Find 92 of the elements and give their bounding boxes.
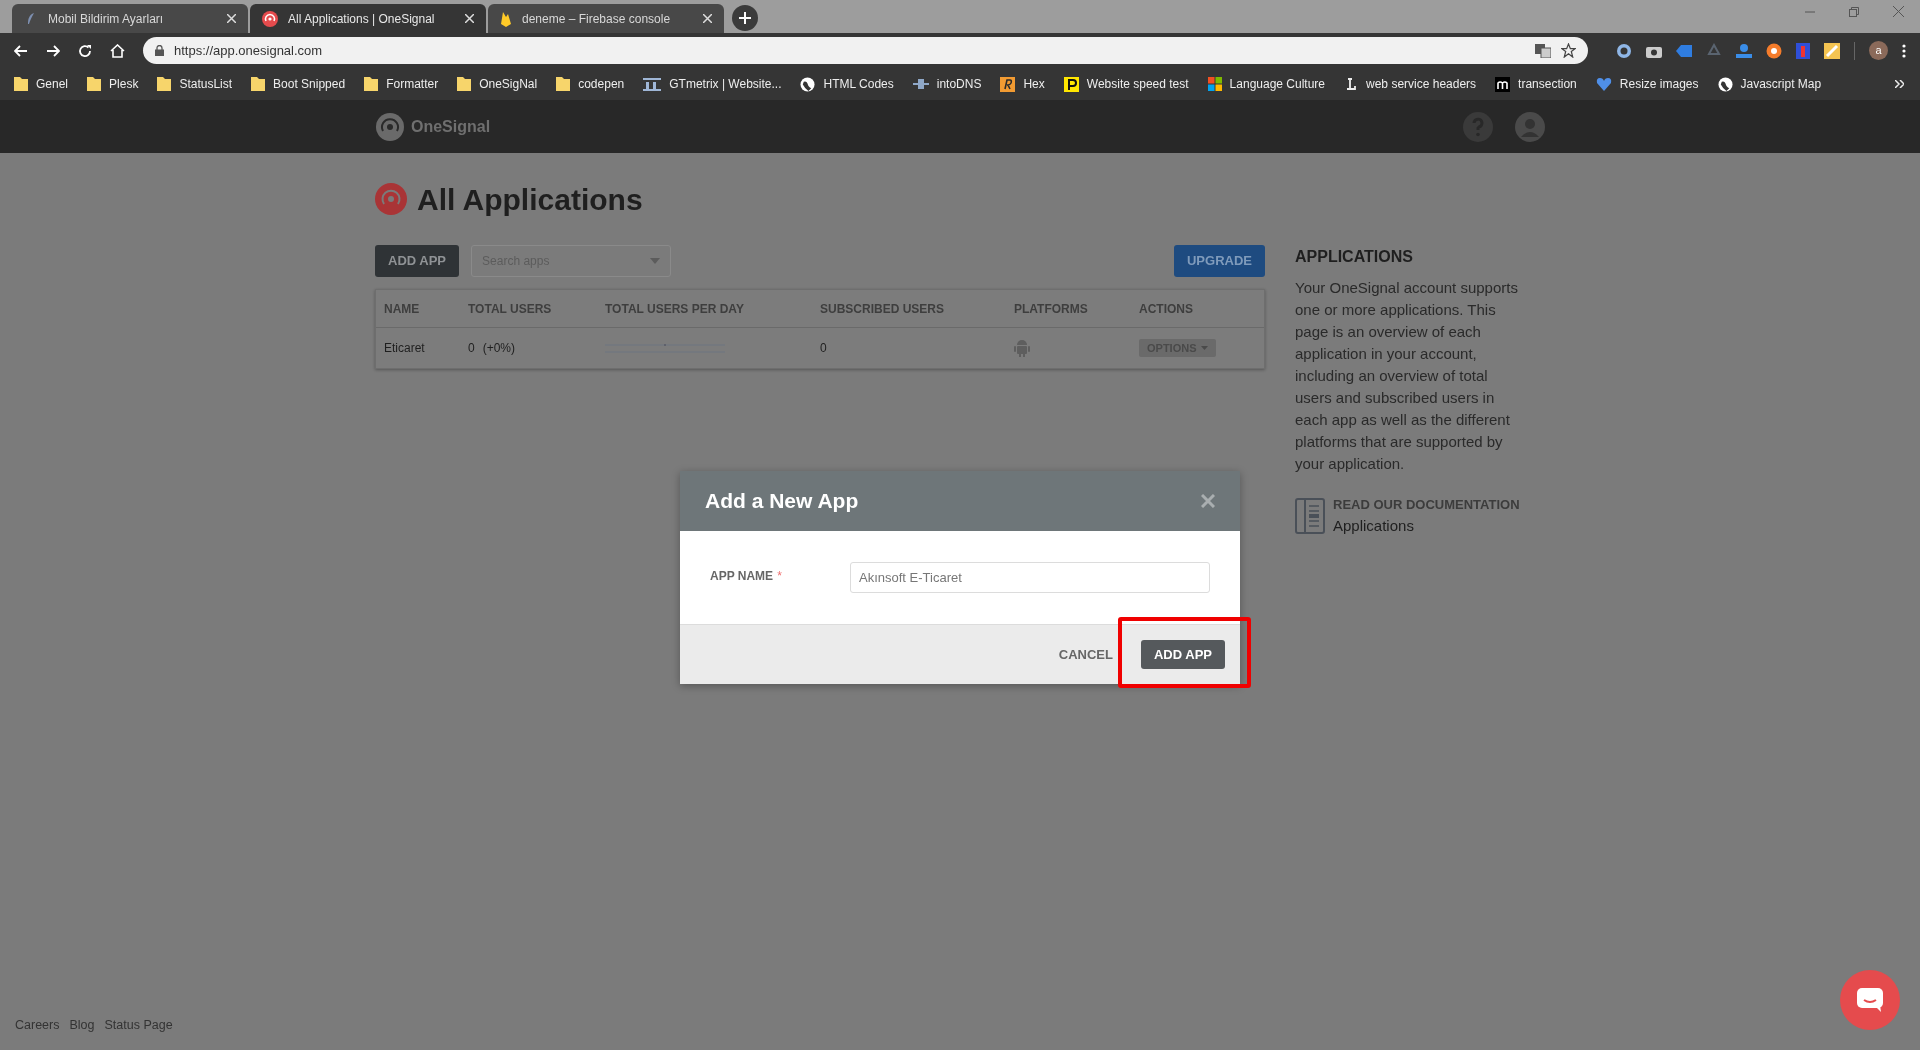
documentation-label: READ OUR DOCUMENTATION	[1333, 496, 1520, 514]
document-icon	[1295, 498, 1325, 534]
sidebar-text: Your OneSignal account supports one or more applications. This page is an overview of each application in your account, including an overview of total users and subscribed users in each app as well as the different platforms that are supported by your application.	[1295, 278, 1519, 474]
bookmark-link[interactable]: OneSigNal	[457, 75, 538, 93]
sidebar-heading: APPLICATIONS	[1295, 247, 1414, 267]
italic-r-icon	[1000, 76, 1016, 92]
new-tab-button[interactable]	[732, 5, 758, 31]
browser-tab[interactable]: All Applications | OneSignal	[250, 4, 486, 33]
folder-icon	[87, 76, 102, 92]
browser-tab[interactable]: deneme – Firebase console	[488, 4, 724, 33]
table-cell-text: 0	[468, 340, 475, 357]
reload-icon[interactable]	[78, 43, 92, 58]
menu-icon[interactable]	[1902, 43, 1906, 58]
home-icon[interactable]	[110, 43, 125, 58]
add-app-button[interactable]: ADD APP	[1140, 640, 1225, 669]
note-icon[interactable]	[1824, 42, 1840, 59]
modal-title: Add a New App	[705, 488, 859, 515]
star-icon[interactable]	[1561, 43, 1576, 58]
p-square-icon	[1063, 76, 1079, 92]
bookmark-link[interactable]: Boot Snipped	[251, 75, 346, 93]
plug-icon	[912, 78, 929, 90]
caret-icon	[1200, 346, 1208, 350]
page-title: All Applications	[417, 181, 643, 218]
bookmark-link[interactable]: Plesk	[87, 75, 139, 93]
signal-icon	[262, 10, 278, 27]
chat-icon	[1856, 987, 1884, 1013]
signal-logo-icon	[375, 111, 405, 142]
android-icon	[1014, 339, 1030, 357]
forward-arrow-icon[interactable]	[46, 43, 60, 58]
heart-icon	[1595, 77, 1612, 91]
bookmark-link[interactable]: Website speed test	[1063, 75, 1189, 93]
lifebuoy-icon[interactable]	[1766, 42, 1782, 59]
bookmark-link[interactable]: Genel	[14, 75, 69, 93]
folder-icon	[364, 76, 379, 92]
app-name-field[interactable]: Akınsoft E-Ticaret	[850, 562, 1210, 593]
table-cell-text: Eticaret	[384, 340, 426, 357]
plus-icon	[739, 12, 751, 24]
windows-squares-icon	[1207, 77, 1222, 91]
tab-title: All Applications | OneSignal	[288, 10, 436, 28]
chart-bars-icon	[643, 77, 662, 91]
bookmark-link[interactable]: Formatter	[364, 75, 439, 93]
tag-extension-icon[interactable]	[1676, 43, 1692, 58]
column-header: NAME	[384, 300, 421, 318]
lock-icon	[155, 45, 164, 56]
bookmark-link[interactable]: transection	[1495, 75, 1577, 93]
chat-button[interactable]	[1840, 970, 1900, 1030]
globe-icon	[1717, 76, 1733, 92]
tab-title: Mobil Bildirim Ayarları	[48, 10, 165, 28]
bookmark-link[interactable]: Language Culture	[1207, 75, 1326, 93]
bookmark-link[interactable]: web service headers	[1344, 75, 1477, 93]
translate-icon[interactable]	[1535, 43, 1551, 58]
folder-icon	[251, 76, 266, 92]
change-text: (+0%)	[482, 340, 516, 357]
column-header: TOTAL USERS PER DAY	[605, 300, 745, 318]
m-square-icon	[1495, 76, 1511, 92]
folder-icon	[157, 76, 172, 92]
folder-icon	[556, 76, 571, 92]
cancel-button[interactable]: CANCEL	[1058, 644, 1113, 665]
column-header: ACTIONS	[1139, 300, 1194, 318]
caret-icon	[650, 258, 661, 264]
tab-title: deneme – Firebase console	[522, 10, 672, 28]
download-person-icon[interactable]	[1736, 42, 1752, 59]
bookmark-link[interactable]: Hex	[1000, 75, 1045, 93]
column-header: SUBSCRIBED USERS	[820, 300, 946, 318]
folder-icon	[14, 76, 28, 92]
browser-tab[interactable]: Mobil Bildirim Ayarları	[12, 4, 248, 33]
signal-icon	[375, 183, 407, 215]
required-mark: *	[777, 567, 782, 585]
folder-icon	[457, 76, 472, 92]
bookmark-link[interactable]: Javascript Map	[1717, 75, 1822, 93]
serif-l-icon	[1344, 77, 1359, 91]
url-text: https://app.onesignal.com	[174, 41, 324, 60]
bookmark-link[interactable]: HTML Codes	[800, 75, 894, 93]
globe-icon	[800, 76, 816, 92]
profile-avatar[interactable]: a	[1869, 41, 1888, 60]
ring-extension-icon[interactable]	[1616, 42, 1632, 59]
add-app-button[interactable]: ADD APP	[375, 245, 460, 277]
column-header: TOTAL USERS	[468, 300, 553, 318]
back-arrow-icon[interactable]	[14, 43, 28, 58]
bookmark-link[interactable]: GTmetrix | Website...	[643, 75, 782, 93]
bookmark-link[interactable]: codepen	[556, 75, 625, 93]
table-cell-text: 0	[820, 340, 828, 357]
chevron-icon[interactable]	[1895, 80, 1904, 88]
documentation-link[interactable]: Applications	[1333, 514, 1520, 537]
flame-icon	[500, 10, 512, 27]
column-header: PLATFORMS	[1014, 300, 1089, 318]
bookmark-link[interactable]: intoDNS	[912, 75, 982, 93]
bookmark-link[interactable]: Resize images	[1595, 75, 1699, 93]
restore-icon[interactable]	[1849, 6, 1859, 17]
bookmark-link[interactable]: StatusList	[157, 75, 233, 93]
address-field[interactable]: https://app.onesignal.com	[143, 37, 1588, 64]
field-label: APP NAME	[710, 567, 774, 585]
